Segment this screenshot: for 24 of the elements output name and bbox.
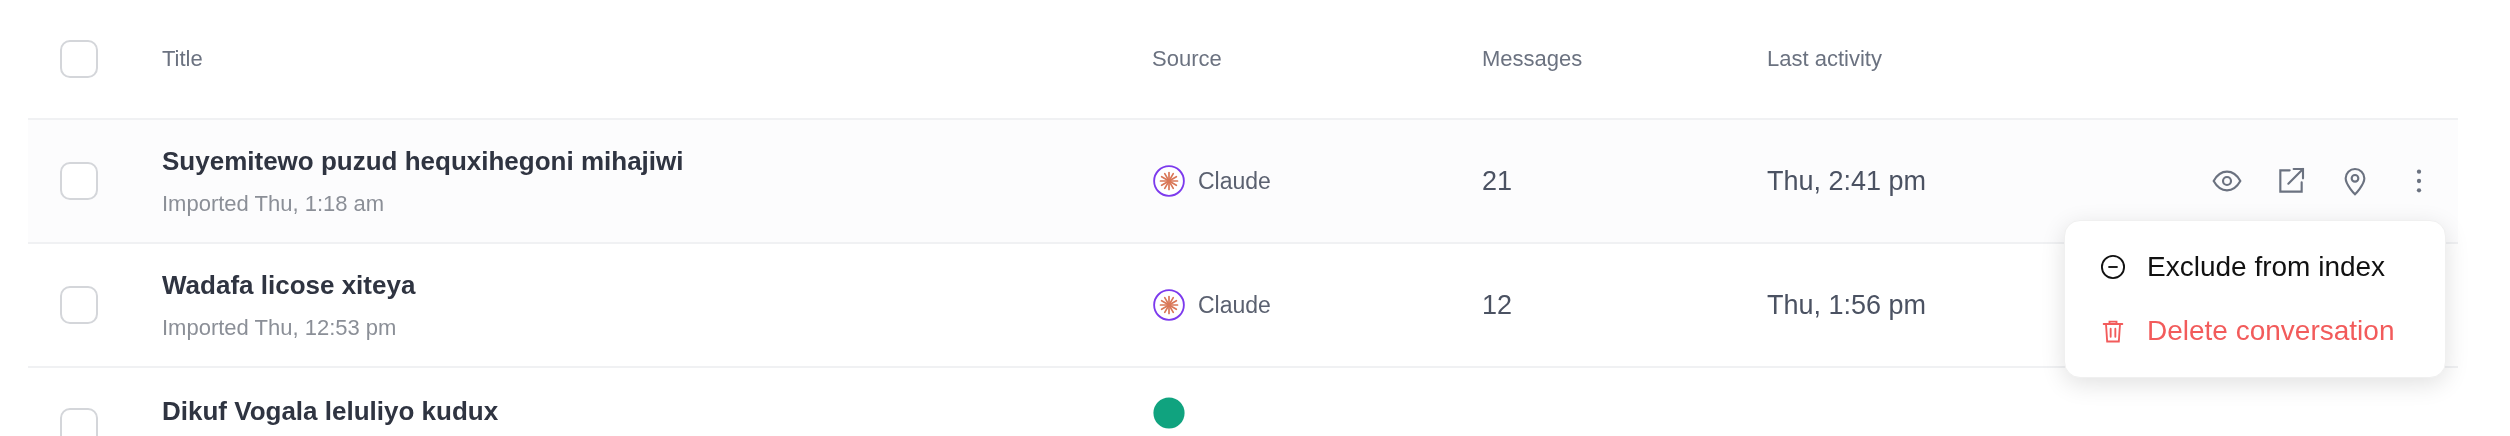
menu-item[interactable]: Exclude from index <box>2065 235 2445 299</box>
minus-circle-icon <box>2099 253 2127 281</box>
source-label: Claude <box>1198 291 1271 319</box>
import-date: Imported Thu, 12:53 pm <box>162 314 398 341</box>
checkbox[interactable] <box>60 408 98 436</box>
column-header: Messages <box>1482 46 1584 72</box>
checkbox[interactable] <box>60 286 98 324</box>
import-date: Imported Thu, 1:18 am <box>162 190 386 217</box>
column-header: Source <box>1152 46 1223 72</box>
conversation-title: Suyemitewo puzud hequxihegoni mihajiwi <box>162 145 685 177</box>
conversation-title: Wadafa licose xiteya <box>162 269 417 301</box>
claude-logo-icon <box>1152 164 1186 198</box>
checkbox[interactable] <box>60 162 98 200</box>
claude-logo-icon <box>1152 288 1186 322</box>
checkbox[interactable] <box>60 40 98 78</box>
message-count: 12 <box>1482 289 1514 321</box>
last-activity: Thu, 1:56 pm <box>1767 289 1928 321</box>
source-label: Claude <box>1198 167 1271 195</box>
message-count: 21 <box>1482 165 1514 197</box>
column-header: Title <box>162 46 204 72</box>
column-header: Last activity <box>1767 46 1883 72</box>
conversation-title: Dikuf Vogala leluliyo kudux <box>162 396 500 427</box>
last-activity: Thu, 2:41 pm <box>1767 165 1928 197</box>
source-logo-icon <box>1152 396 1186 430</box>
